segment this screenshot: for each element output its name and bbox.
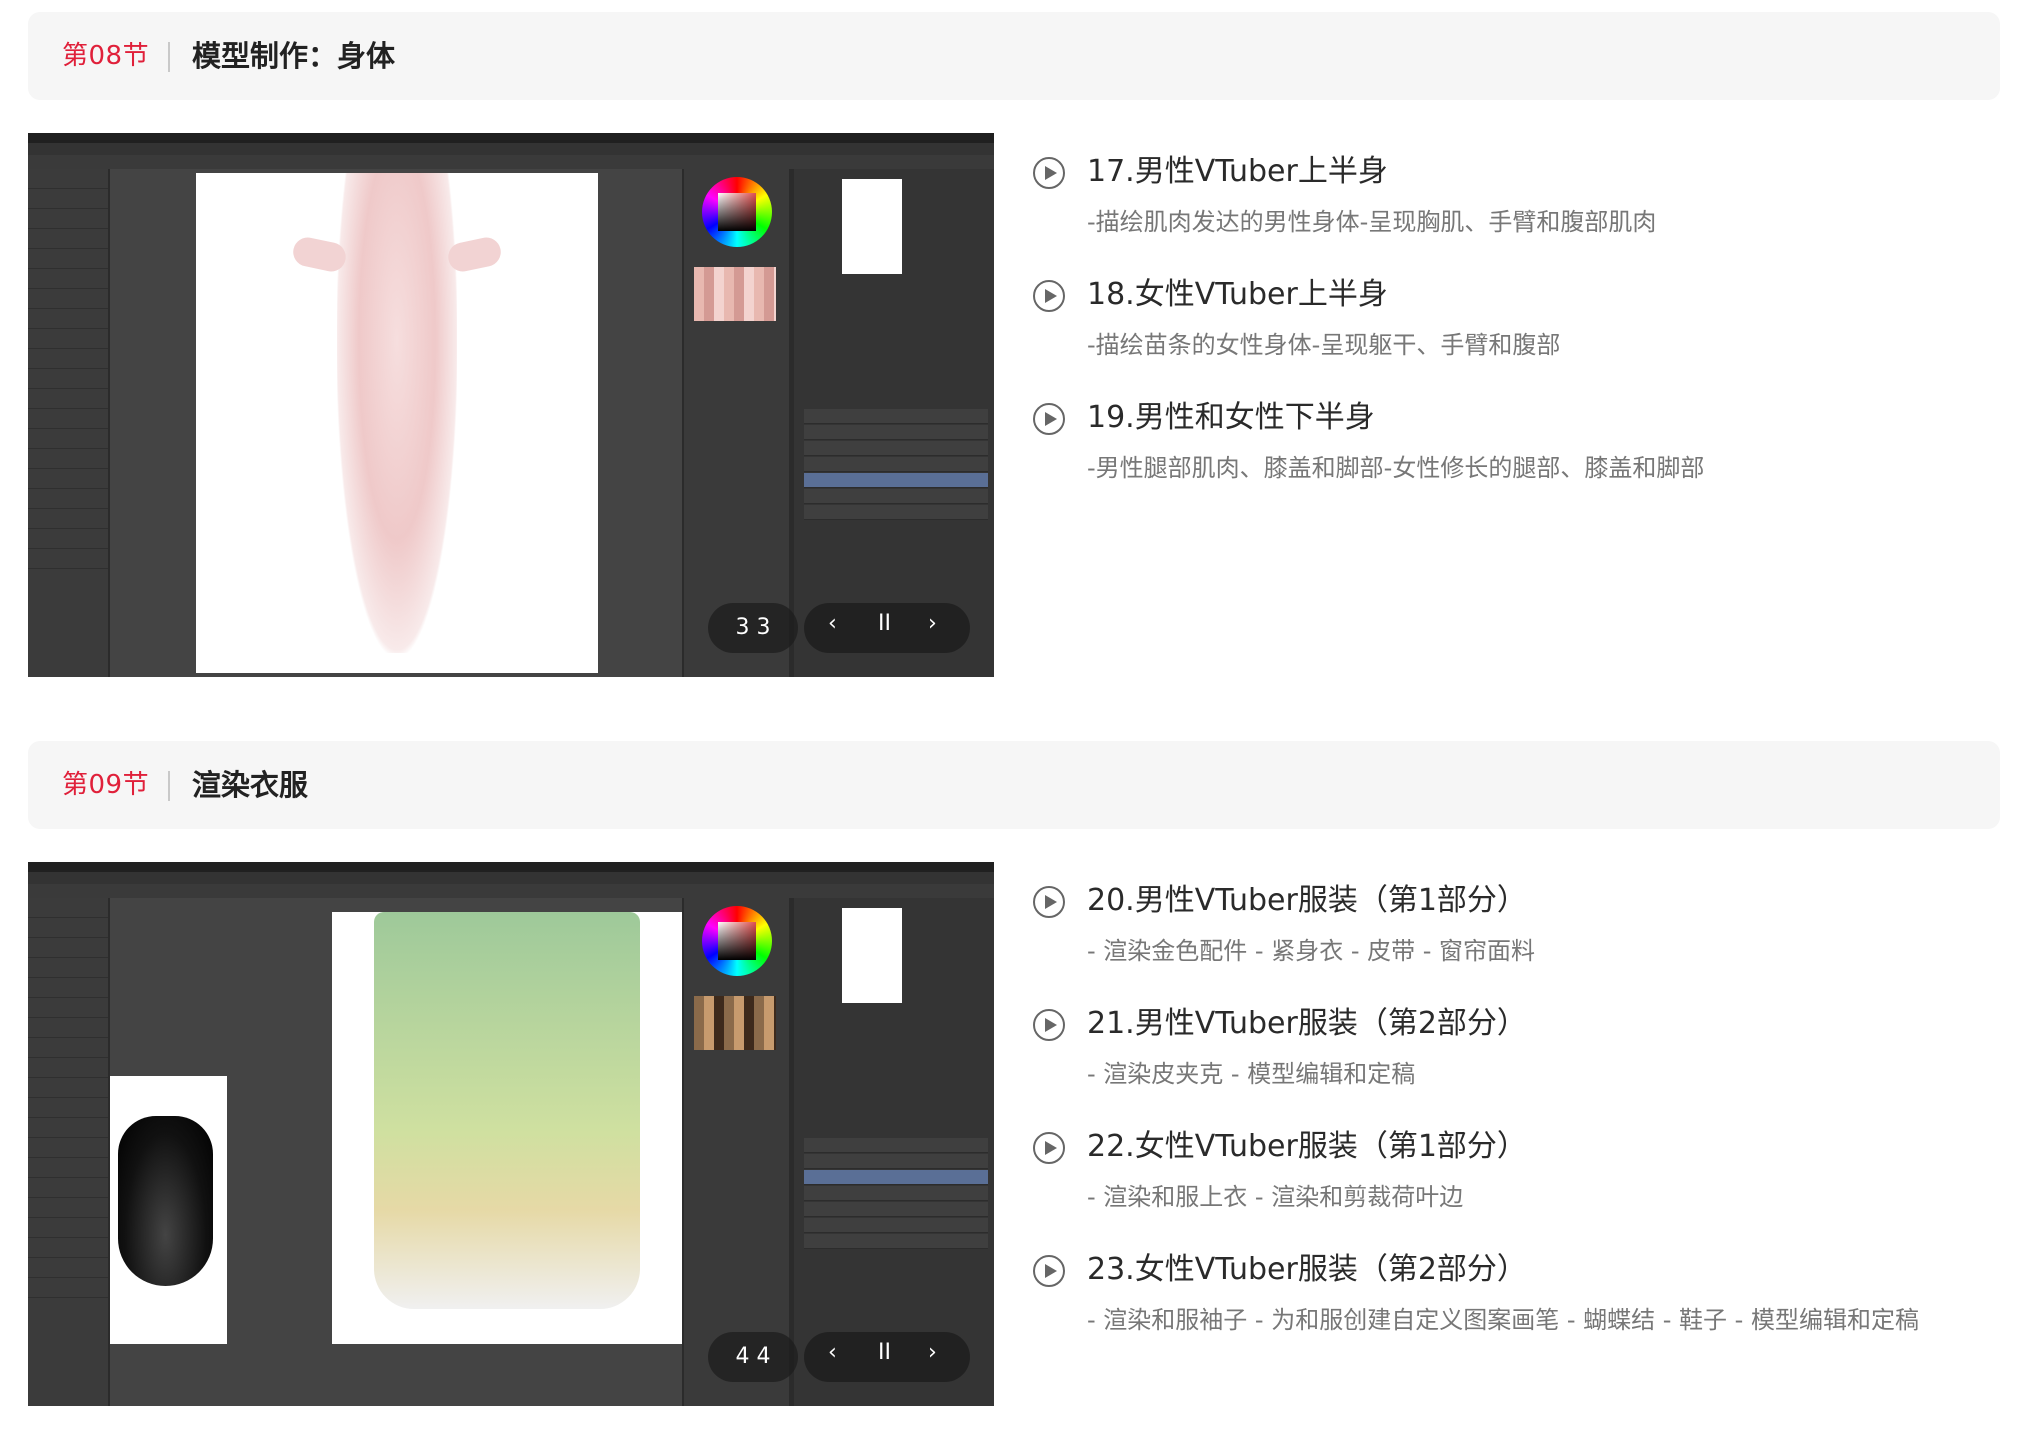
play-icon[interactable]	[1033, 1132, 1065, 1164]
section-title: 渲染衣服	[192, 768, 309, 802]
divider	[168, 42, 170, 72]
lesson-desc: -描绘苗条的女性身体-呈现躯干、手臂和腹部	[1087, 331, 1561, 359]
lesson-title[interactable]: 20.男性VTuber服装（第1部分）	[1087, 879, 1527, 923]
app-toolbar	[28, 884, 994, 898]
lesson-desc: -男性腿部肌肉、膝盖和脚部-女性修长的腿部、膝盖和脚部	[1087, 454, 1705, 482]
video-thumbnail-08[interactable]: 3 3 ‹ II ›	[28, 133, 994, 677]
pause-icon[interactable]: II	[878, 611, 891, 636]
navigator-preview	[842, 179, 902, 274]
slide-counter: 4 4	[708, 1332, 798, 1382]
lesson-title[interactable]: 18.女性VTuber上半身	[1087, 273, 1388, 317]
play-icon[interactable]	[1033, 280, 1065, 312]
play-icon[interactable]	[1033, 403, 1065, 435]
lesson-item[interactable]: 17.男性VTuber上半身 -描绘肌肉发达的男性身体-呈现胸肌、手臂和腹部肌肉	[1033, 154, 2003, 279]
layer-panel	[794, 169, 994, 677]
section-header-09: 第09节 渲染衣服	[28, 741, 2000, 829]
lesson-item[interactable]: 19.男性和女性下半身 -男性腿部肌肉、膝盖和脚部-女性修长的腿部、膝盖和脚部	[1033, 400, 2003, 525]
lesson-title[interactable]: 17.男性VTuber上半身	[1087, 150, 1388, 194]
lesson-item[interactable]: 20.男性VTuber服装（第1部分） - 渲染金色配件 - 紧身衣 - 皮带 …	[1033, 883, 2003, 1008]
chevron-right-icon[interactable]: ›	[928, 611, 937, 636]
playback-controls: ‹ II ›	[804, 603, 970, 653]
tool-panel	[28, 898, 108, 1406]
lesson-title[interactable]: 22.女性VTuber服装（第1部分）	[1087, 1125, 1527, 1169]
color-wheel-icon	[702, 177, 772, 247]
play-icon[interactable]	[1033, 1009, 1065, 1041]
lesson-item[interactable]: 23.女性VTuber服装（第2部分） - 渲染和服袖子 - 为和服创建自定义图…	[1033, 1252, 2003, 1377]
lesson-desc: - 渲染和服上衣 - 渲染和剪裁荷叶边	[1087, 1183, 1464, 1211]
kimono-illustration	[374, 912, 640, 1310]
lesson-item[interactable]: 22.女性VTuber服装（第1部分） - 渲染和服上衣 - 渲染和剪裁荷叶边	[1033, 1129, 2003, 1254]
layer-panel	[794, 898, 994, 1406]
app-toolbar	[28, 155, 994, 169]
app-menubar	[28, 143, 994, 155]
reference-image	[110, 1076, 227, 1344]
shoe-illustration	[118, 1116, 213, 1286]
figure-illustration	[290, 173, 504, 653]
lesson-list-08: 17.男性VTuber上半身 -描绘肌肉发达的男性身体-呈现胸肌、手臂和腹部肌肉…	[1033, 154, 2003, 525]
section-header-08: 第08节 模型制作：身体	[28, 12, 2000, 100]
play-icon[interactable]	[1033, 886, 1065, 918]
chevron-left-icon[interactable]: ‹	[828, 1340, 837, 1365]
color-panel	[684, 169, 789, 677]
video-thumbnail-09[interactable]: 4 4 ‹ II ›	[28, 862, 994, 1406]
lesson-desc: -描绘肌肉发达的男性身体-呈现胸肌、手臂和腹部肌肉	[1087, 208, 1657, 236]
lesson-title[interactable]: 21.男性VTuber服装（第2部分）	[1087, 1002, 1527, 1046]
lesson-list-09: 20.男性VTuber服装（第1部分） - 渲染金色配件 - 紧身衣 - 皮带 …	[1033, 883, 2003, 1377]
lesson-item[interactable]: 18.女性VTuber上半身 -描绘苗条的女性身体-呈现躯干、手臂和腹部	[1033, 277, 2003, 402]
lesson-desc: - 渲染皮夹克 - 模型编辑和定稿	[1087, 1060, 1416, 1088]
lesson-title[interactable]: 19.男性和女性下半身	[1087, 396, 1375, 440]
canvas-paper	[196, 173, 598, 673]
pause-icon[interactable]: II	[878, 1340, 891, 1365]
canvas-area	[110, 898, 682, 1406]
lesson-desc: - 渲染和服袖子 - 为和服创建自定义图案画笔 - 蝴蝶结 - 鞋子 - 模型编…	[1087, 1306, 1919, 1334]
app-titlebar	[28, 862, 994, 872]
play-icon[interactable]	[1033, 1255, 1065, 1287]
section-title: 模型制作：身体	[192, 39, 396, 73]
color-panel	[684, 898, 789, 1406]
divider	[168, 771, 170, 801]
color-history	[694, 267, 776, 321]
canvas-area	[110, 169, 682, 677]
lesson-item[interactable]: 21.男性VTuber服装（第2部分） - 渲染皮夹克 - 模型编辑和定稿	[1033, 1006, 2003, 1131]
app-menubar	[28, 872, 994, 884]
app-titlebar	[28, 133, 994, 143]
section-number: 第08节	[62, 41, 150, 71]
tool-panel	[28, 169, 108, 677]
color-history	[694, 996, 776, 1050]
lesson-desc: - 渲染金色配件 - 紧身衣 - 皮带 - 窗帘面料	[1087, 937, 1536, 965]
play-icon[interactable]	[1033, 157, 1065, 189]
lesson-title[interactable]: 23.女性VTuber服装（第2部分）	[1087, 1248, 1527, 1292]
chevron-right-icon[interactable]: ›	[928, 1340, 937, 1365]
section-number: 第09节	[62, 770, 150, 800]
navigator-preview	[842, 908, 902, 1003]
canvas-paper	[332, 912, 682, 1344]
chevron-left-icon[interactable]: ‹	[828, 611, 837, 636]
color-wheel-icon	[702, 906, 772, 976]
slide-counter: 3 3	[708, 603, 798, 653]
playback-controls: ‹ II ›	[804, 1332, 970, 1382]
